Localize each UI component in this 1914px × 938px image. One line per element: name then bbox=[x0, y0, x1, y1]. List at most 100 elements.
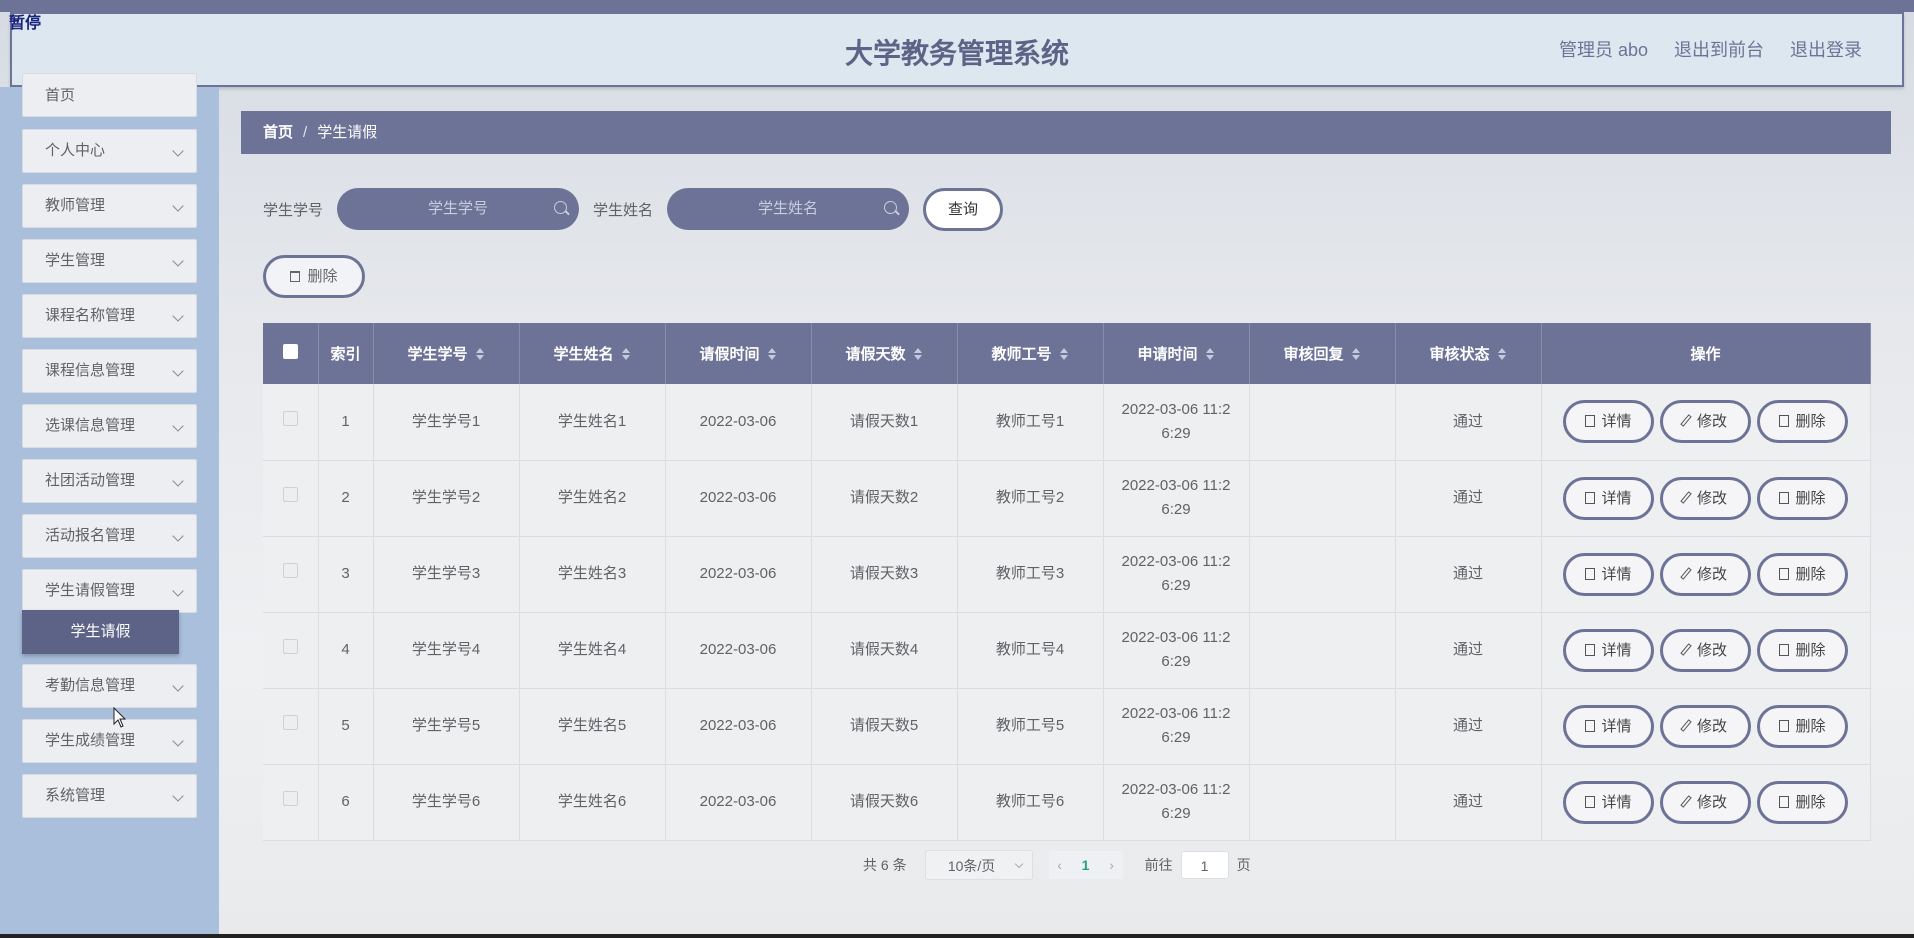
current-user[interactable]: 管理员 abo bbox=[1559, 36, 1648, 62]
chevron-down-icon bbox=[172, 530, 184, 542]
delete-label: 删除 bbox=[1795, 641, 1826, 659]
detail-button[interactable]: 详情 bbox=[1563, 628, 1654, 672]
detail-button[interactable]: 详情 bbox=[1563, 704, 1654, 748]
column-header[interactable]: 学生姓名 bbox=[519, 323, 666, 384]
query-button[interactable]: 查询 bbox=[923, 187, 1004, 231]
column-header[interactable]: 请假天数 bbox=[811, 323, 958, 384]
chevron-down-icon bbox=[172, 145, 184, 157]
select-all-cell bbox=[263, 323, 319, 384]
detail-button[interactable]: 详情 bbox=[1563, 552, 1654, 596]
column-header[interactable]: 审核状态 bbox=[1395, 323, 1542, 384]
logout-link[interactable]: 退出登录 bbox=[1790, 36, 1862, 62]
detail-label: 详情 bbox=[1601, 565, 1632, 583]
delete-button[interactable]: 删除 bbox=[1757, 552, 1848, 596]
select-all-checkbox[interactable] bbox=[282, 344, 298, 359]
detail-button[interactable]: 详情 bbox=[1563, 400, 1654, 444]
student-id-placeholder: 学生学号 bbox=[428, 200, 489, 217]
sidebar-item[interactable]: 个人中心 bbox=[22, 129, 197, 173]
sort-icon[interactable] bbox=[1059, 348, 1069, 360]
sidebar-item[interactable]: 考勤信息管理 bbox=[22, 664, 197, 708]
sidebar-item[interactable]: 社团活动管理 bbox=[22, 459, 197, 503]
edit-button[interactable]: 修改 bbox=[1660, 552, 1751, 596]
sidebar-item-home[interactable]: 首页 bbox=[22, 73, 197, 117]
batch-delete-button[interactable]: 删除 bbox=[263, 255, 365, 298]
delete-button[interactable]: 删除 bbox=[1757, 476, 1848, 520]
sidebar-item[interactable]: 课程信息管理 bbox=[22, 349, 197, 393]
trash-icon bbox=[1779, 719, 1790, 732]
delete-button[interactable]: 删除 bbox=[1757, 628, 1848, 672]
student-name-label: 学生姓名 bbox=[593, 201, 654, 219]
sort-icon[interactable] bbox=[621, 348, 631, 360]
sidebar-item[interactable]: 学生管理 bbox=[22, 239, 197, 283]
detail-button[interactable]: 详情 bbox=[1563, 476, 1654, 520]
sidebar-item[interactable]: 选课信息管理 bbox=[22, 404, 197, 448]
sidebar-item-label: 社团活动管理 bbox=[45, 472, 136, 489]
edit-button[interactable]: 修改 bbox=[1660, 400, 1751, 444]
row-checkbox[interactable] bbox=[282, 791, 298, 806]
column-header-label: 请假天数 bbox=[845, 346, 906, 363]
search-icon bbox=[884, 201, 898, 214]
total-count: 共 6 条 bbox=[863, 857, 907, 873]
apply-time-cell: 2022-03-06 11:2 6:29 bbox=[1103, 764, 1250, 841]
apply-time-cell: 2022-03-06 11:2 6:29 bbox=[1103, 612, 1250, 689]
detail-label: 详情 bbox=[1601, 793, 1632, 811]
sidebar-item[interactable]: 学生成绩管理 bbox=[22, 719, 197, 763]
trash-icon bbox=[290, 271, 301, 282]
row-checkbox[interactable] bbox=[282, 715, 298, 730]
edit-button[interactable]: 修改 bbox=[1660, 704, 1751, 748]
student-id-input[interactable]: 学生学号 bbox=[337, 188, 580, 230]
detail-label: 详情 bbox=[1601, 641, 1632, 659]
next-page-icon[interactable]: › bbox=[1101, 857, 1123, 873]
page-number[interactable]: 1 bbox=[1071, 857, 1101, 873]
row-checkbox[interactable] bbox=[282, 639, 298, 654]
goto-page-input[interactable]: 1 bbox=[1180, 851, 1229, 879]
sidebar-item[interactable]: 课程名称管理 bbox=[22, 294, 197, 338]
sidebar-subitem-student-leave[interactable]: 学生请假 bbox=[22, 610, 179, 654]
edit-button[interactable]: 修改 bbox=[1660, 780, 1751, 824]
row-checkbox[interactable] bbox=[282, 563, 298, 578]
apply-time-line: 2022-03-06 11:2 bbox=[1121, 553, 1231, 570]
column-header[interactable]: 教师工号 bbox=[957, 323, 1104, 384]
delete-button[interactable]: 删除 bbox=[1757, 780, 1848, 824]
edit-button[interactable]: 修改 bbox=[1660, 476, 1751, 520]
column-header-label: 学生学号 bbox=[407, 346, 468, 363]
breadcrumb-home[interactable]: 首页 bbox=[263, 124, 293, 141]
sidebar-item[interactable]: 活动报名管理 bbox=[22, 514, 197, 558]
column-header[interactable]: 请假时间 bbox=[665, 323, 812, 384]
column-header[interactable]: 审核回复 bbox=[1249, 323, 1396, 384]
sort-icon[interactable] bbox=[913, 348, 923, 360]
column-header[interactable]: 申请时间 bbox=[1103, 323, 1250, 384]
detail-button[interactable]: 详情 bbox=[1563, 780, 1654, 824]
sidebar-item[interactable]: 系统管理 bbox=[22, 774, 197, 818]
sidebar-item[interactable]: 学生请假管理 bbox=[22, 569, 197, 613]
column-header-label: 申请时间 bbox=[1137, 346, 1198, 363]
table-cell bbox=[1249, 384, 1396, 461]
sort-icon[interactable] bbox=[1351, 348, 1361, 360]
column-header: 索引 bbox=[318, 323, 374, 384]
edit-button[interactable]: 修改 bbox=[1660, 628, 1751, 672]
sort-icon[interactable] bbox=[475, 348, 485, 360]
sidebar-item-label: 学生管理 bbox=[45, 252, 106, 269]
sort-icon[interactable] bbox=[1205, 348, 1215, 360]
table-cell: 教师工号6 bbox=[957, 764, 1104, 841]
page-size-select[interactable]: 10条/页 bbox=[924, 850, 1033, 880]
chevron-down-icon bbox=[172, 475, 184, 487]
apply-time-line: 2022-03-06 11:2 bbox=[1121, 705, 1231, 722]
prev-page-icon[interactable]: ‹ bbox=[1049, 857, 1071, 873]
edit-label: 修改 bbox=[1696, 413, 1727, 431]
sort-icon[interactable] bbox=[767, 348, 777, 360]
column-header[interactable]: 学生学号 bbox=[373, 323, 520, 384]
sidebar-item[interactable]: 教师管理 bbox=[22, 184, 197, 228]
exit-to-front-link[interactable]: 退出到前台 bbox=[1674, 36, 1764, 62]
student-name-input[interactable]: 学生姓名 bbox=[667, 188, 910, 230]
table-header-row: 索引 学生学号 学生姓名 请假时间 请假天数 教师工号 申请时间 审核回复 审核… bbox=[263, 323, 1871, 384]
sort-icon[interactable] bbox=[1497, 348, 1507, 360]
delete-button[interactable]: 删除 bbox=[1757, 400, 1848, 444]
sidebar-item-label: 课程信息管理 bbox=[45, 362, 136, 379]
row-checkbox[interactable] bbox=[282, 410, 298, 426]
document-icon bbox=[1585, 567, 1596, 580]
delete-button[interactable]: 删除 bbox=[1757, 704, 1848, 748]
row-checkbox[interactable] bbox=[282, 487, 298, 502]
table-cell: 5 bbox=[318, 688, 374, 765]
table-row: 3 学生学号3 学生姓名3 2022-03-06 请假天数3 教师工号3 2022-03-0… bbox=[263, 536, 1871, 613]
